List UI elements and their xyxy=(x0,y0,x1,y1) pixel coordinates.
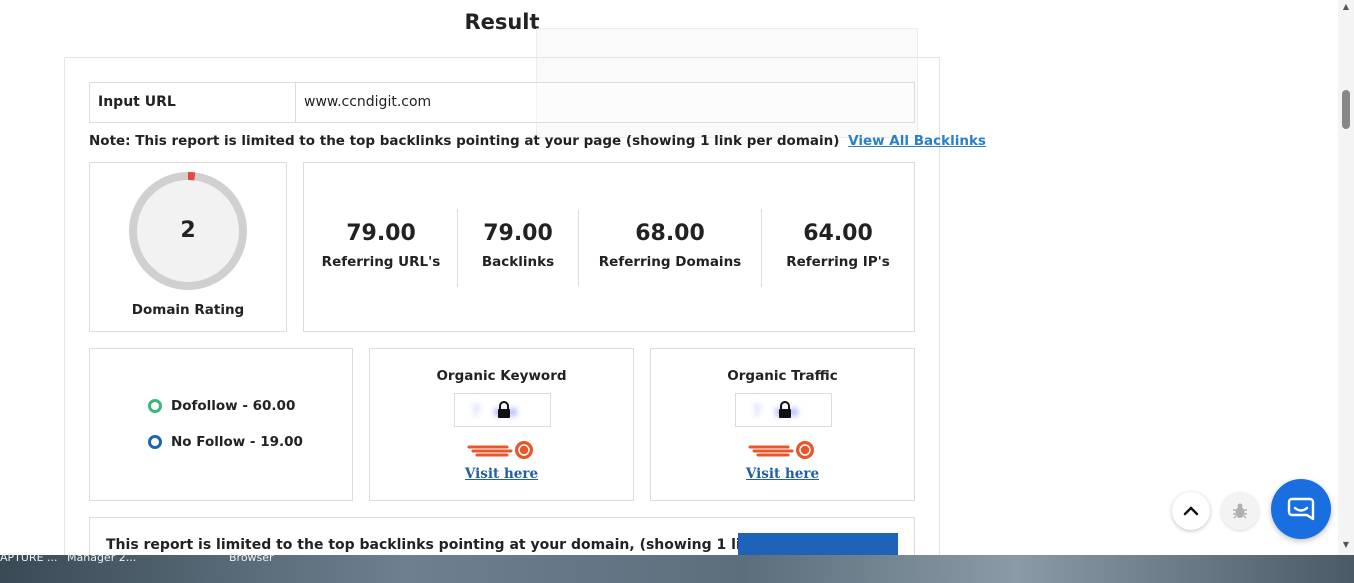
stat-label: Backlinks xyxy=(481,254,555,270)
organic-traffic-box: Organic Traffic 7 ▪▪ Visit here xyxy=(650,348,915,501)
bug-report-button[interactable] xyxy=(1221,492,1259,530)
stat-label: Referring IP's xyxy=(786,254,890,270)
domain-rating-box: 2 Domain Rating xyxy=(89,162,287,332)
organic-keyword-title: Organic Keyword xyxy=(436,368,567,384)
organic-keyword-visit-link[interactable]: Visit here xyxy=(370,466,633,482)
scroll-down-icon[interactable]: ▼ xyxy=(1341,540,1351,550)
backlink-stats-box: 79.00 Referring URL's 79.00 Backlinks 68… xyxy=(303,162,915,332)
dofollow-ring-icon xyxy=(148,399,162,413)
semrush-logo-icon xyxy=(748,441,814,459)
input-url-label: Input URL xyxy=(90,83,296,122)
stat-label: Referring URL's xyxy=(321,254,441,270)
taskbar-item[interactable]: Browser xyxy=(229,551,274,564)
organic-keyword-box: Organic Keyword 7 ▪▪ Visit here xyxy=(369,348,634,501)
nofollow-ring-icon xyxy=(148,435,162,449)
input-url-value: www.ccndigit.com xyxy=(304,94,432,110)
semrush-logo-icon xyxy=(467,441,533,459)
dofollow-item: Dofollow - 60.00 xyxy=(148,398,295,414)
organic-keyword-locked-value: 7 ▪▪ xyxy=(454,393,551,427)
nofollow-item: No Follow - 19.00 xyxy=(148,434,303,450)
domain-rating-label: Domain Rating xyxy=(131,302,245,318)
lock-icon xyxy=(779,401,791,418)
dofollow-label: Dofollow - 60.00 xyxy=(171,398,296,414)
lock-icon xyxy=(498,401,510,418)
nofollow-label: No Follow - 19.00 xyxy=(171,434,303,450)
stat-referring-ips: 64.00 Referring IP's xyxy=(762,209,914,287)
input-url-table: Input URL www.ccndigit.com xyxy=(89,82,915,123)
organic-traffic-visit-link[interactable]: Visit here xyxy=(651,466,914,482)
domain-rating-value: 2 xyxy=(180,218,196,243)
bug-icon xyxy=(1233,503,1247,519)
stat-referring-urls: 79.00 Referring URL's xyxy=(318,209,444,287)
open-chat-button[interactable] xyxy=(1271,479,1331,539)
domain-rating-gauge: 2 xyxy=(128,171,248,291)
domain-report-text: This report is limited to the top backli… xyxy=(106,537,792,553)
chat-icon xyxy=(1287,497,1315,521)
taskbar-item[interactable]: APTURE ... xyxy=(0,551,58,564)
stat-referring-domains: 68.00 Referring Domains xyxy=(579,209,761,287)
stat-backlinks: 79.00 Backlinks xyxy=(458,209,578,287)
page-scrollbar[interactable]: ▲ ▼ xyxy=(1338,0,1354,555)
stat-value: 64.00 xyxy=(803,221,873,246)
stat-value: 79.00 xyxy=(483,221,553,246)
scroll-up-icon[interactable]: ▲ xyxy=(1341,2,1351,12)
stat-value: 79.00 xyxy=(346,221,416,246)
report-note: Note: This report is limited to the top … xyxy=(89,133,986,149)
report-note-text: Note: This report is limited to the top … xyxy=(89,133,840,149)
follow-box: Dofollow - 60.00 No Follow - 19.00 xyxy=(89,348,353,501)
chevron-up-icon xyxy=(1183,506,1199,516)
scrollbar-thumb[interactable] xyxy=(1342,90,1350,129)
view-all-backlinks-link[interactable]: View All Backlinks xyxy=(848,133,986,149)
scroll-to-top-button[interactable] xyxy=(1172,492,1210,530)
stat-value: 68.00 xyxy=(635,221,705,246)
taskbar-item[interactable]: Manager 2... xyxy=(67,551,136,564)
organic-traffic-locked-value: 7 ▪▪ xyxy=(735,393,832,427)
os-taskbar: APTURE ... Manager 2... Browser xyxy=(0,551,1354,583)
stat-label: Referring Domains xyxy=(598,254,742,270)
organic-traffic-title: Organic Traffic xyxy=(727,368,838,384)
